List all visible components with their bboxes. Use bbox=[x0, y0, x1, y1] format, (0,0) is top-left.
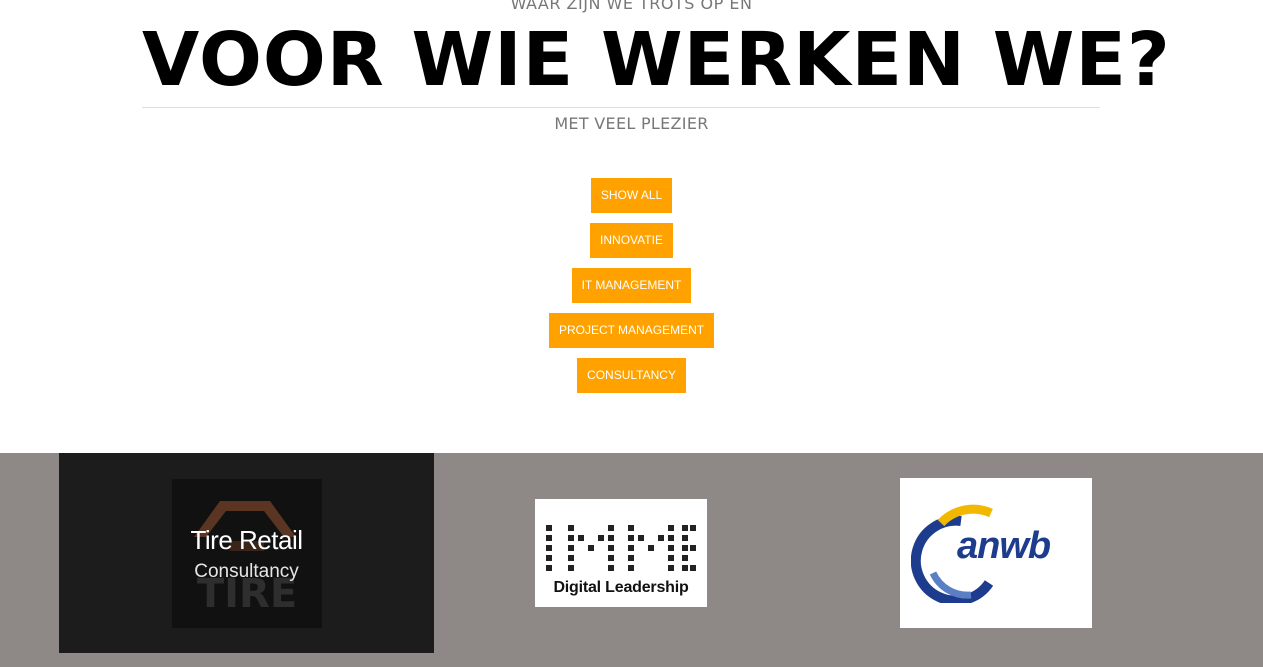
portfolio-item-tire-retail[interactable]: TIRE Tire Retail Consultancy bbox=[59, 453, 434, 653]
portfolio-grid: TIRE Tire Retail Consultancy Digital Lea… bbox=[0, 453, 1263, 667]
tire-retail-title: Tire Retail bbox=[190, 524, 303, 555]
tire-retail-subtitle: Consultancy bbox=[194, 560, 299, 582]
filter-innovatie-button[interactable]: INNOVATIE bbox=[590, 223, 673, 258]
title-divider bbox=[142, 107, 1100, 108]
filter-show-all-button[interactable]: SHOW ALL bbox=[590, 178, 673, 213]
filter-consultancy-button[interactable]: CONSULTANCY bbox=[577, 358, 686, 393]
imn-tagline: Digital Leadership bbox=[553, 579, 689, 596]
page-title: VOOR WIE WERKEN WE? bbox=[142, 17, 1171, 103]
filter-project-management-button[interactable]: PROJECT MANAGEMENT bbox=[548, 313, 715, 348]
section-subtitle: MET VEEL PLEZIER bbox=[554, 114, 709, 133]
filter-it-management-button[interactable]: IT MANAGEMENT bbox=[571, 268, 692, 303]
imn-logo-icon bbox=[546, 525, 696, 571]
portfolio-filters: SHOW ALL INNOVATIE IT MANAGEMENT PROJECT… bbox=[0, 178, 1263, 393]
portfolio-item-imn[interactable]: Digital Leadership bbox=[535, 499, 707, 607]
page: WAAR ZIJN WE TROTS OP EN VOOR WIE WERKEN… bbox=[0, 0, 1263, 667]
tire-retail-logo: TIRE Tire Retail Consultancy bbox=[171, 478, 322, 628]
anwb-logo: anwb bbox=[910, 503, 1081, 606]
section-pretitle: WAAR ZIJN WE TROTS OP EN bbox=[510, 0, 753, 13]
anwb-logo-text: anwb bbox=[957, 525, 1051, 567]
portfolio-item-anwb[interactable]: anwb bbox=[900, 478, 1092, 628]
